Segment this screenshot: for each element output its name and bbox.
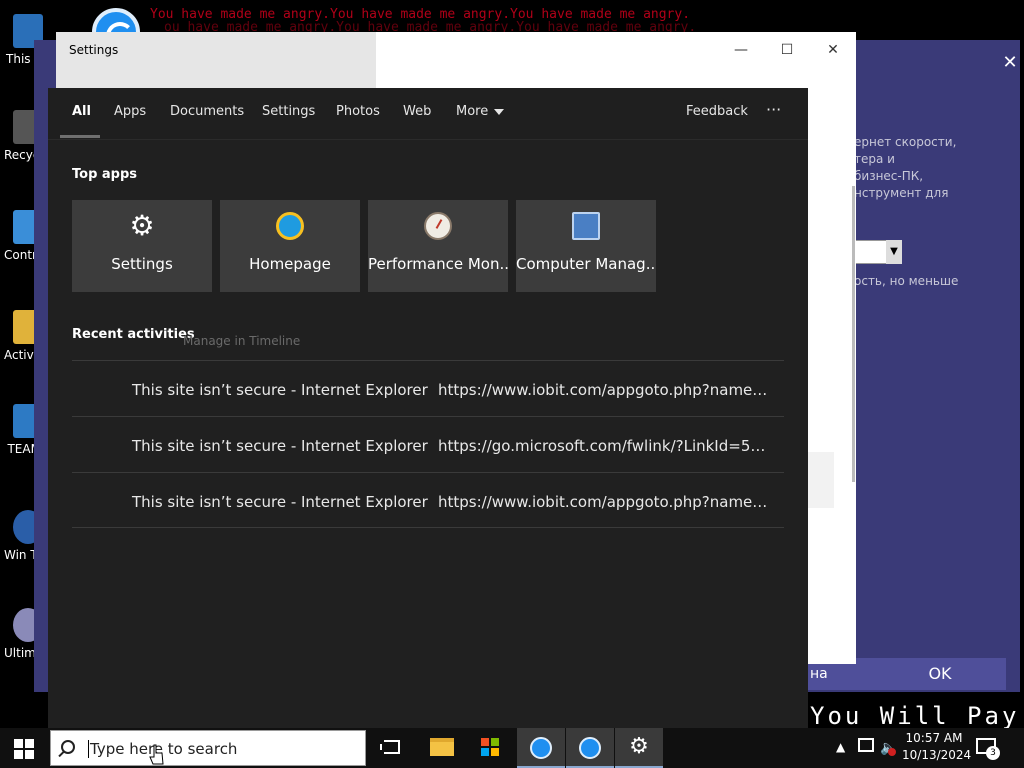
tab-photos[interactable]: Photos (336, 104, 380, 119)
feedback-button[interactable]: Feedback (686, 104, 748, 119)
iobit-taskbar-button[interactable] (517, 728, 565, 768)
ok-button[interactable]: OK (874, 658, 1006, 690)
tab-more[interactable]: More (456, 104, 505, 119)
tab-apps[interactable]: Apps (114, 104, 146, 119)
app-tile-settings[interactable]: ⚙ Settings (72, 200, 212, 292)
tab-settings[interactable]: Settings (262, 104, 315, 119)
manage-timeline-link[interactable]: Manage in Timeline (183, 334, 300, 348)
settings-titlebar: Settings — ☐ ✕ (56, 32, 856, 88)
activity-title: This site isn’t secure - Internet Explor… (132, 437, 428, 455)
activity-title: This site isn’t secure - Internet Explor… (132, 493, 428, 511)
chevron-down-icon (494, 108, 505, 115)
app-tile-label: Performance Mon... (368, 255, 508, 273)
notification-badge: 3 (986, 746, 1000, 760)
tab-all[interactable]: All (72, 104, 91, 119)
tab-more-label: More (456, 104, 489, 119)
internet-explorer-icon (276, 212, 304, 240)
clock-time: 10:57 AM (905, 731, 963, 745)
app-tile-label: Computer Manag... (516, 255, 656, 273)
installer-description: ернет скорости, тера и бизнес-ПК, нструм… (854, 135, 957, 200)
minimize-icon[interactable]: — (718, 38, 764, 62)
settings-nav-pane (56, 32, 376, 88)
gear-icon: ⚙ (129, 209, 155, 242)
activity-url: https://go.microsoft.com/fwlink/?LinkId=… (438, 437, 768, 455)
app-tile-homepage[interactable]: Homepage (220, 200, 360, 292)
clock[interactable]: 10:57 AM 10/13/2024 (902, 730, 972, 764)
settings-content-card (808, 452, 834, 508)
clock-date: 10/13/2024 (902, 748, 972, 762)
app-tile-label: Homepage (249, 255, 331, 273)
store-icon (481, 738, 501, 758)
windows-logo-icon (14, 739, 23, 748)
scrollbar[interactable] (852, 186, 855, 482)
text-caret (88, 740, 89, 758)
tab-documents[interactable]: Documents (170, 104, 244, 119)
gear-icon: ⚙ (629, 734, 649, 759)
activity-title: This site isn’t secure - Internet Explor… (132, 381, 428, 399)
list-item[interactable]: This site isn’t secure - Internet Explor… (72, 416, 784, 472)
window-title: Settings (69, 43, 119, 57)
network-icon[interactable] (858, 738, 874, 752)
search-flyout: All Apps Documents Settings Photos Web M… (48, 88, 808, 728)
performance-monitor-icon (424, 212, 452, 240)
search-input[interactable]: Type here to search (50, 730, 366, 766)
store-button[interactable] (467, 728, 515, 768)
file-explorer-icon (430, 738, 454, 756)
top-apps-heading: Top apps (72, 167, 138, 182)
iobit-icon (579, 737, 601, 759)
recent-activities-list: This site isn’t secure - Internet Explor… (72, 360, 784, 528)
wallpaper-text: You Will Pay (810, 702, 1020, 730)
close-icon[interactable]: ✕ (1000, 52, 1020, 76)
installer-note: ость, но меньше (854, 274, 959, 288)
task-view-icon (380, 740, 400, 754)
app-tile-computer-management[interactable]: Computer Manag... (516, 200, 656, 292)
taskbar: Type here to search ⚙ ▲ 🔈 10:57 AM 10/13… (0, 728, 1024, 768)
active-tab-indicator (60, 135, 100, 138)
chevron-up-icon[interactable]: ▲ (836, 740, 845, 768)
maximize-icon[interactable]: ☐ (764, 38, 810, 62)
list-item[interactable]: This site isn’t secure - Internet Explor… (72, 472, 784, 528)
tab-web[interactable]: Web (403, 104, 431, 119)
iobit-taskbar-button-2[interactable] (566, 728, 614, 768)
app-tile-performance-monitor[interactable]: Performance Mon... (368, 200, 508, 292)
close-icon[interactable]: ✕ (810, 38, 856, 62)
file-explorer-button[interactable] (418, 728, 466, 768)
computer-management-icon (572, 212, 600, 240)
search-tab-bar: All Apps Documents Settings Photos Web M… (48, 88, 808, 140)
hand-cursor-icon (149, 744, 164, 765)
task-view-button[interactable] (368, 728, 416, 768)
settings-taskbar-button[interactable]: ⚙ (615, 728, 663, 768)
activity-url: https://www.iobit.com/appgoto.php?name=a… (438, 493, 768, 511)
recent-activities-heading: Recent activities (72, 327, 195, 342)
list-item[interactable]: This site isn’t secure - Internet Explor… (72, 360, 784, 416)
chevron-down-icon[interactable]: ▼ (886, 240, 902, 264)
start-button[interactable] (0, 728, 48, 768)
iobit-icon (530, 737, 552, 759)
more-options-icon[interactable]: ··· (766, 100, 781, 119)
muted-badge-icon (888, 748, 896, 756)
app-tile-label: Settings (111, 255, 173, 273)
search-icon (61, 740, 75, 754)
activity-url: https://www.iobit.com/appgoto.php?name=a… (438, 381, 768, 399)
